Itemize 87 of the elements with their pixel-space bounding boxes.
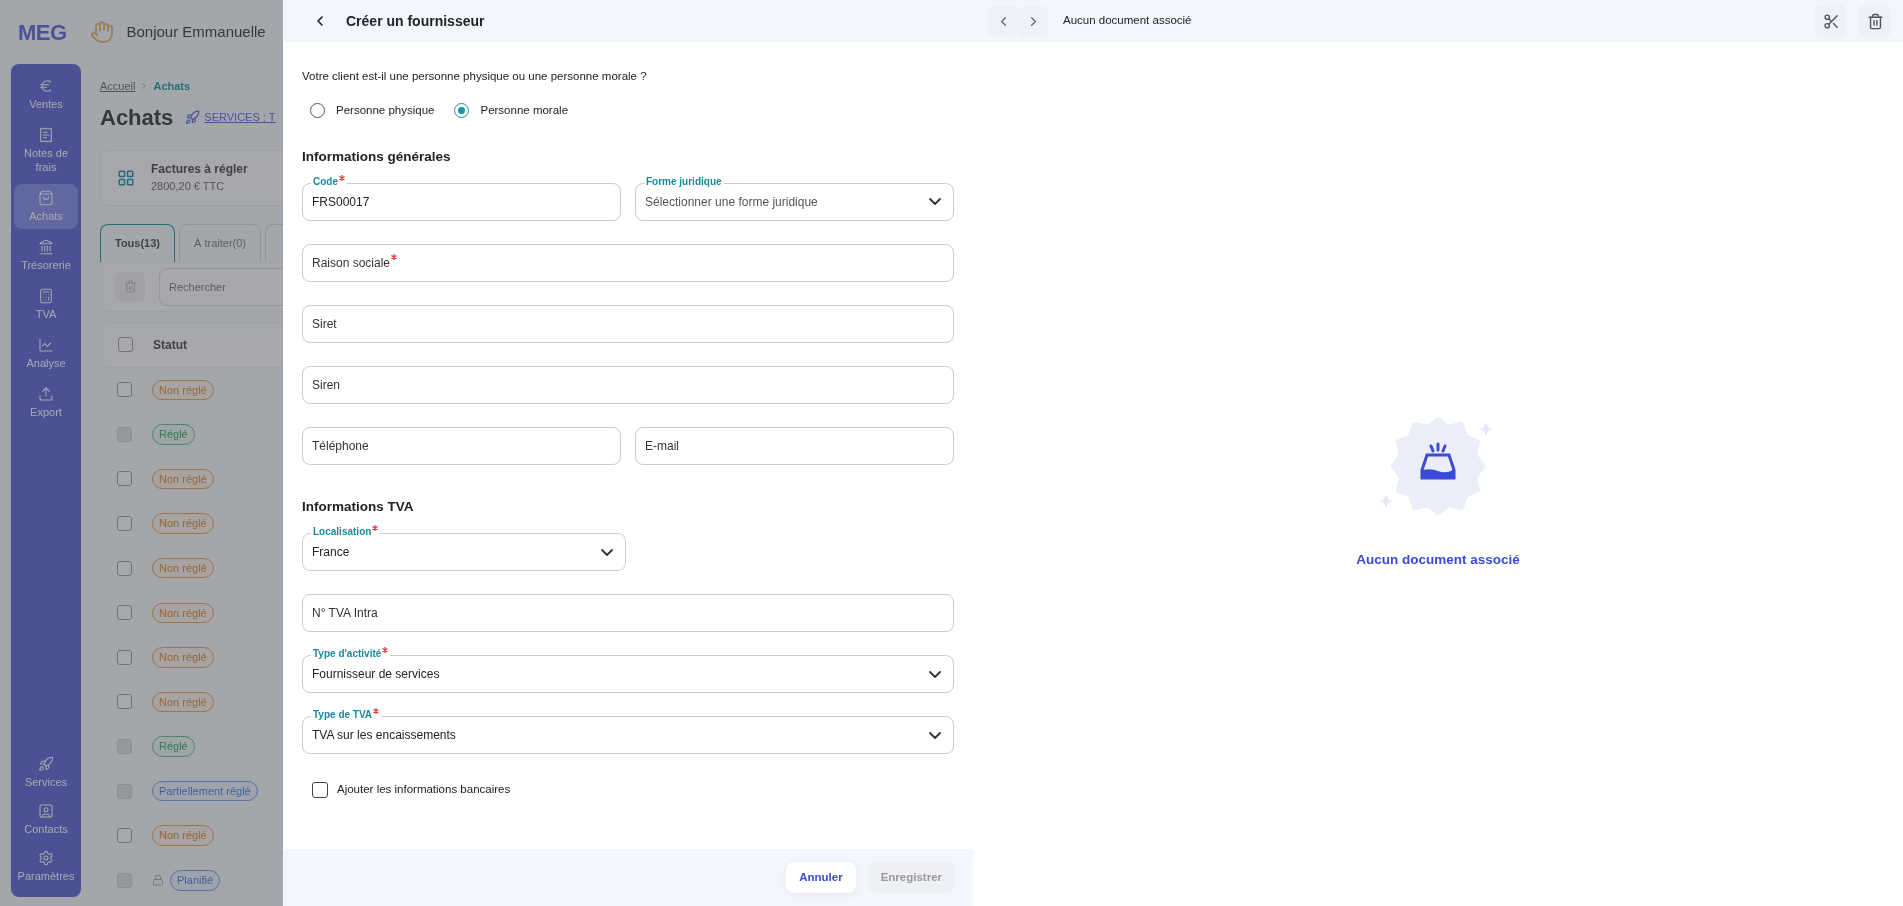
services-link[interactable]: SERVICES : T [204,108,276,126]
next-button[interactable] [1018,6,1048,36]
cut-button[interactable] [1815,5,1847,37]
status-badge: Non réglé [152,557,214,579]
bag-icon [38,190,54,206]
field-label: Type de TVA [311,708,382,722]
grid-icon [117,168,135,187]
input-field[interactable]: Raison sociale [302,243,954,282]
form-title: Créer un fournisseur [346,11,485,31]
nav-item[interactable]: Analyse [14,331,78,376]
nav-item[interactable]: TVA [14,282,78,327]
bank-icon [38,239,54,255]
status-badge: Non réglé [152,647,214,668]
chevron-down-icon [929,670,941,678]
scissors-icon [1822,12,1840,30]
rocket-icon [38,756,54,772]
radio-label: Personne morale [480,103,569,119]
page-title: Achats [100,103,174,132]
tab[interactable]: À traiter(0) [179,223,261,262]
field-label: Type d'activité [311,647,391,661]
select-all-checkbox[interactable] [118,337,133,352]
status-badge: Non réglé [152,691,214,713]
row-checkbox[interactable] [117,382,132,398]
row-checkbox[interactable] [117,694,132,710]
delete-button[interactable] [1859,5,1891,37]
status-badge: Non réglé [152,602,214,623]
previous-button[interactable] [988,6,1018,36]
question-text: Votre client est-il une personne physique ou une personne morale ? [302,69,648,84]
row-checkbox[interactable] [117,828,132,844]
radio-label: Personne physique [336,103,435,119]
section-heading: Informations générales [302,147,452,166]
input-field[interactable]: N° TVA Intra [302,594,954,632]
chevron-down-icon [929,198,941,206]
settings-icon [38,850,54,866]
breadcrumb-item[interactable]: Accueil [100,78,136,95]
contact-icon [38,803,54,819]
status-badge: Non réglé [152,379,214,401]
empty-message: Aucun document associé [1356,551,1520,569]
trash-icon [1866,12,1884,30]
checkbox[interactable] [312,781,328,798]
chevron-down-icon [929,731,941,739]
row-checkbox[interactable] [117,649,132,665]
status-badge: Non réglé [152,468,214,490]
section-heading: Informations TVA [302,497,415,516]
euro-icon [38,78,54,94]
row-checkbox[interactable] [117,605,132,621]
nav-item[interactable]: Trésorerie [14,233,78,278]
field-label: Forme juridique [644,174,724,189]
nav-item[interactable]: Achats [14,184,78,229]
input-field[interactable]: E-mail [635,426,954,465]
viewer-title: Aucun document associé [1063,13,1192,29]
column-header: Statut [153,336,187,354]
summary-title: Factures à régler [151,161,248,179]
nav-item[interactable]: Contacts [14,797,78,842]
trash-icon [123,280,137,293]
input-field[interactable]: Téléphone [302,426,621,465]
search-field[interactable]: Rechercher [159,267,283,306]
status-badge: Réglé [152,424,195,445]
waving-hand-icon [90,20,115,44]
nav-item[interactable]: Paramètres [14,844,78,889]
summary-amount: 2800,20 € TTC [151,179,226,195]
status-badge: Non réglé [152,825,214,846]
row-checkbox[interactable] [117,471,132,487]
tab[interactable]: Tous(13) [100,223,176,262]
row-checkbox[interactable] [117,560,132,576]
calculator-icon [38,288,54,304]
row-checkbox[interactable] [117,516,132,532]
logo: MEG [18,18,67,47]
input-field[interactable]: Siret [302,304,954,343]
nav-item[interactable]: Services [14,750,78,795]
cancel-button[interactable]: Annuler [786,862,856,893]
input-field[interactable]: Siren [302,365,954,404]
status-badge: Réglé [152,736,195,757]
chevron-down-icon [601,548,613,556]
status-badge: Non réglé [152,513,214,534]
upload-icon [38,386,54,402]
chart-icon [38,337,54,353]
rocket-icon [185,109,201,125]
nav-item[interactable]: Export [14,380,78,425]
status-badge: Planifié [170,870,221,891]
greeting: Bonjour Emmanuelle [126,21,266,42]
breadcrumb-item: Achats [153,79,191,94]
receipt-icon [38,127,54,143]
nav-item[interactable]: Ventes [14,72,78,117]
checkbox-label: Ajouter les informations bancaires [337,782,511,797]
status-badge: Partiellement réglé [152,780,258,802]
nav-item[interactable]: Notes de frais [14,121,78,180]
